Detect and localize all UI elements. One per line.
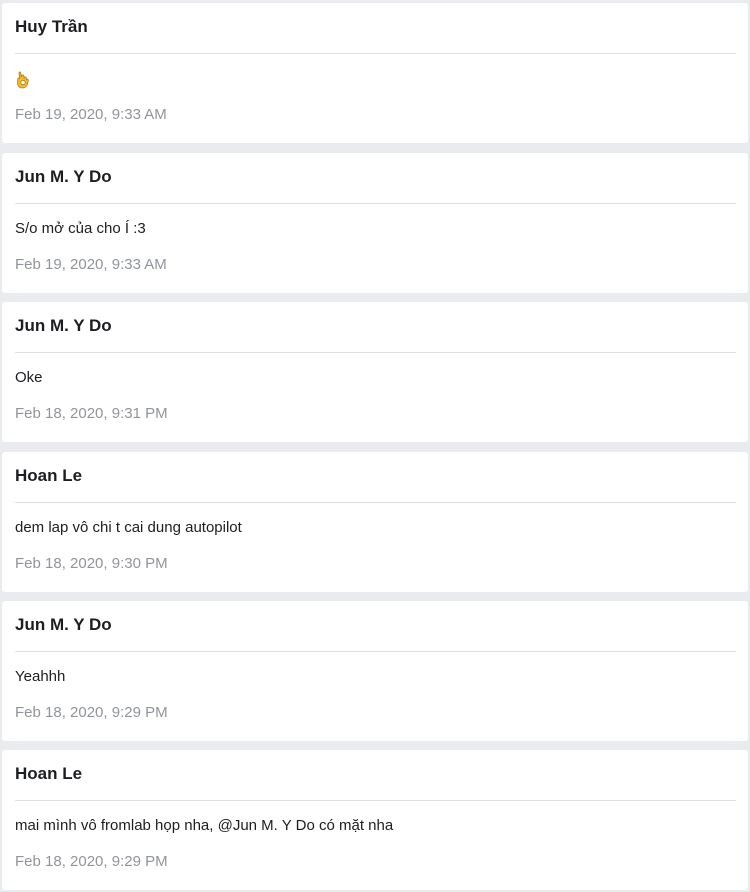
message-text: Oke — [15, 369, 43, 386]
message-text — [15, 69, 31, 89]
message-text: Yeahhh — [15, 668, 66, 685]
message-author[interactable]: Jun M. Y Do — [15, 167, 112, 187]
message-text: S/o mở của cho Í :3 — [15, 220, 146, 237]
divider — [15, 203, 736, 204]
divider — [15, 502, 736, 503]
message-author[interactable]: Hoan Le — [15, 764, 82, 784]
message-card: Hoan Le dem lap vô chi t cai dung autopi… — [2, 452, 748, 592]
message-feed: Huy Trần Feb 19, 2020, 9:33 AM Jun M. Y … — [0, 0, 750, 892]
divider — [15, 800, 736, 801]
message-timestamp[interactable]: Feb 18, 2020, 9:31 PM — [15, 404, 168, 424]
divider — [15, 352, 736, 353]
message-card: Jun M. Y Do Yeahhh Feb 18, 2020, 9:29 PM — [2, 601, 748, 741]
message-author[interactable]: Huy Trần — [15, 17, 88, 37]
message-author[interactable]: Hoan Le — [15, 466, 82, 486]
message-card: Jun M. Y Do Oke Feb 18, 2020, 9:31 PM — [2, 302, 748, 442]
message-timestamp[interactable]: Feb 18, 2020, 9:30 PM — [15, 554, 168, 574]
message-text: mai mình vô fromlab họp nha, @Jun M. Y D… — [15, 817, 394, 834]
ok-hand-icon — [15, 69, 31, 89]
message-timestamp[interactable]: Feb 19, 2020, 9:33 AM — [15, 255, 167, 275]
message-timestamp[interactable]: Feb 18, 2020, 9:29 PM — [15, 852, 168, 872]
message-card: Hoan Le mai mình vô fromlab họp nha, @Ju… — [2, 750, 748, 890]
divider — [15, 53, 736, 54]
message-card: Jun M. Y Do S/o mở của cho Í :3 Feb 19, … — [2, 153, 748, 293]
message-text: dem lap vô chi t cai dung autopilot — [15, 519, 242, 536]
message-timestamp[interactable]: Feb 18, 2020, 9:29 PM — [15, 703, 168, 723]
divider — [15, 651, 736, 652]
message-card: Huy Trần Feb 19, 2020, 9:33 AM — [2, 3, 748, 143]
message-author[interactable]: Jun M. Y Do — [15, 316, 112, 336]
message-author[interactable]: Jun M. Y Do — [15, 615, 112, 635]
message-timestamp[interactable]: Feb 19, 2020, 9:33 AM — [15, 105, 167, 125]
